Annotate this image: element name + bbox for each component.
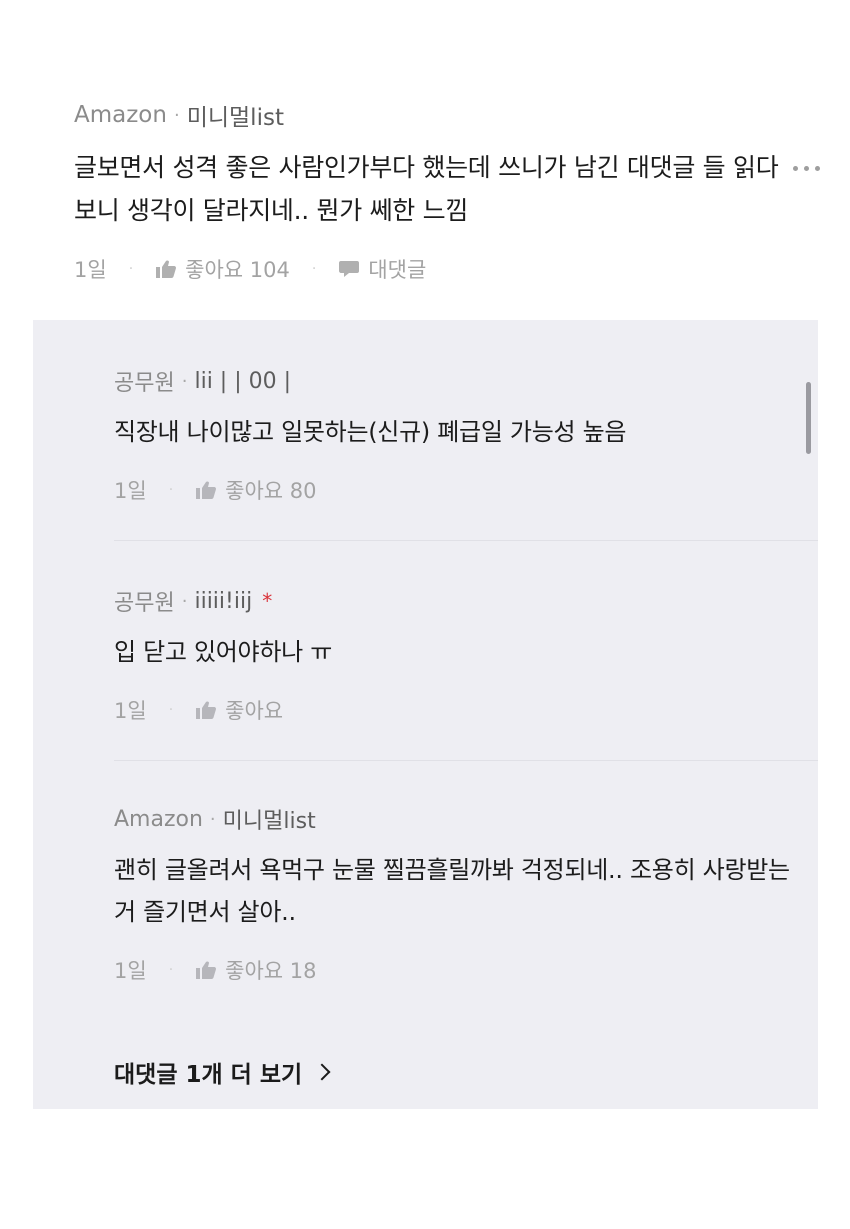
reply-actions: 1일 · 좋아요	[114, 695, 794, 725]
more-dot	[804, 166, 809, 171]
comment-text: 글보면서 성격 좋은 사람인가부다 했는데 쓰니가 남긴 대댓글 들 읽다보니 …	[74, 153, 779, 225]
thumbs-up-icon	[196, 961, 217, 979]
reply-label: 대댓글	[368, 258, 427, 282]
comment-actions: 1일 · 좋아요 104 · 대댓글	[74, 254, 794, 284]
nickname[interactable]: iiiii!iij	[194, 589, 252, 614]
reply-actions: 1일 · 좋아요 80	[114, 475, 794, 505]
meta-separator: ·	[181, 370, 188, 392]
comment-thread: Amazon · 미니멀list 글보면서 성격 좋은 사람인가부다 했는데 쓰…	[0, 0, 850, 1229]
like-count: 좋아요 80	[225, 479, 317, 503]
reply-item: Amazon · 미니멀list 괜히 글올려서 욕먹구 눈물 찔끔흘릴까봐 걱…	[114, 803, 794, 985]
action-separator: ·	[168, 962, 174, 978]
reply-text: 괜히 글올려서 욕먹구 눈물 찔끔흘릴까봐 걱정되네.. 조용히 사랑받는 거 …	[114, 856, 790, 926]
reply-item: 공무원 · iiiii!iij * 입 닫고 있어야하나 ㅠ 1일 · 좋아요	[114, 585, 794, 725]
company-name: Amazon	[114, 806, 203, 832]
reply-text: 직장내 나이많고 일못하는(신규) 폐급일 가능성 높음	[114, 418, 627, 446]
like-button[interactable]: 좋아요 18	[195, 955, 317, 985]
company-name: Amazon	[74, 102, 167, 128]
action-separator: ·	[128, 261, 134, 277]
nickname[interactable]: lii | | 00 |	[194, 369, 291, 394]
reply-time: 1일	[114, 959, 147, 983]
like-button[interactable]: 좋아요	[195, 695, 283, 725]
like-count: 좋아요	[225, 699, 284, 723]
like-button[interactable]: 좋아요 80	[195, 475, 317, 505]
action-separator: ·	[168, 482, 174, 498]
company-name: 공무원	[114, 371, 175, 396]
reply-meta: Amazon · 미니멀list	[114, 803, 794, 835]
like-button[interactable]: 좋아요 104	[155, 254, 290, 284]
reply-time: 1일	[114, 699, 147, 723]
top-comment: Amazon · 미니멀list 글보면서 성격 좋은 사람인가부다 했는데 쓰…	[74, 98, 794, 284]
reply-time: 1일	[114, 479, 147, 503]
reply-item: 공무원 · lii | | 00 | 직장내 나이많고 일못하는(신규) 폐급일…	[114, 365, 794, 505]
action-separator: ·	[311, 261, 317, 277]
action-separator: ·	[168, 702, 174, 718]
like-count: 좋아요 18	[225, 959, 317, 983]
more-dot	[815, 166, 820, 171]
chevron-right-icon	[313, 1063, 331, 1081]
more-replies-button[interactable]: 대댓글 1개 더 보기	[114, 1055, 331, 1089]
nickname[interactable]: 미니멀list	[223, 803, 316, 835]
more-dot	[793, 166, 798, 171]
replies-panel: 공무원 · lii | | 00 | 직장내 나이많고 일못하는(신규) 폐급일…	[33, 320, 818, 1109]
comment-time: 1일	[74, 258, 107, 282]
more-options-icon[interactable]	[793, 166, 820, 171]
reply-button[interactable]: 대댓글	[338, 254, 426, 284]
meta-separator: ·	[209, 808, 216, 830]
like-count: 좋아요 104	[185, 258, 290, 282]
reply-meta: 공무원 · iiiii!iij *	[114, 585, 794, 617]
scrollbar[interactable]	[806, 382, 811, 454]
reply-text: 입 닫고 있어야하나 ㅠ	[114, 638, 333, 666]
reply-meta: 공무원 · lii | | 00 |	[114, 365, 794, 397]
speech-bubble-icon	[339, 261, 360, 277]
company-name: 공무원	[114, 591, 175, 616]
reply-divider	[114, 540, 818, 541]
thumbs-up-icon	[196, 701, 217, 719]
meta-separator: ·	[173, 104, 180, 126]
reply-actions: 1일 · 좋아요 18	[114, 955, 794, 985]
author-star: *	[262, 589, 273, 613]
nickname[interactable]: 미니멀list	[187, 98, 284, 132]
comment-meta: Amazon · 미니멀list	[74, 98, 794, 132]
reply-divider	[114, 760, 818, 761]
more-replies-label: 대댓글 1개 더 보기	[114, 1062, 303, 1088]
meta-separator: ·	[181, 590, 188, 612]
thumbs-up-icon	[156, 260, 177, 278]
thumbs-up-icon	[196, 481, 217, 499]
